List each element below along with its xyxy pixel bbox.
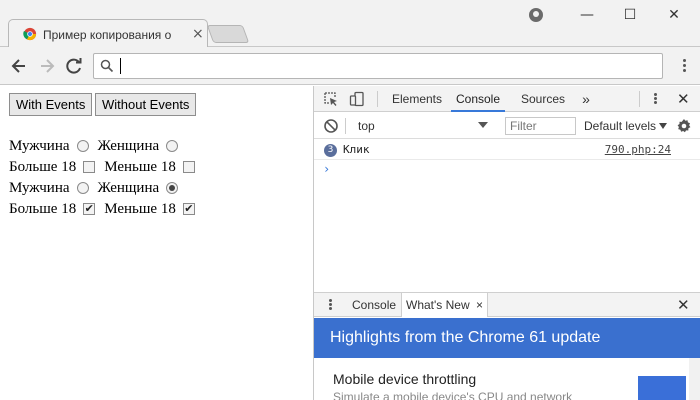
devtools-tabbar: Elements Console Sources » ✕	[314, 86, 700, 112]
console-message: 3 Клик 790.php:24	[314, 140, 700, 160]
search-icon	[100, 59, 114, 73]
console-settings-gear-icon[interactable]	[676, 118, 692, 134]
browser-menu-icon[interactable]	[676, 57, 692, 75]
forward-arrow-icon[interactable]	[36, 55, 58, 77]
under-18-label: Меньше 18	[104, 158, 176, 175]
tab-close-button[interactable]: ×	[192, 25, 204, 43]
whats-new-thumbnail	[638, 376, 686, 400]
devtools-panel: Elements Console Sources » ✕ top Default…	[313, 86, 700, 400]
browser-tab[interactable]: Пример копирования о ×	[8, 19, 208, 48]
gender-row: Мужчина Женщина	[9, 135, 187, 155]
drawer-tabbar: Console What's New × ✕	[314, 293, 700, 317]
separator	[345, 118, 346, 134]
whats-new-item-description: Simulate a mobile device's CPU and netwo…	[333, 390, 573, 400]
chevron-down-icon	[659, 123, 667, 129]
separator	[639, 91, 640, 107]
chrome-favicon-icon	[23, 27, 37, 41]
age-row-copy: Больше 18 ✔ Меньше 18 ✔	[9, 198, 204, 218]
tab-sources[interactable]: Sources	[516, 86, 570, 112]
drawer-scrollbar[interactable]	[689, 358, 700, 400]
browser-toolbar	[0, 47, 700, 85]
devtools-menu-icon[interactable]	[654, 92, 658, 106]
without-events-button[interactable]: Without Events	[95, 93, 197, 116]
devtools-drawer: Console What's New × ✕ Highlights from t…	[314, 292, 700, 400]
context-selector[interactable]: top	[352, 116, 492, 136]
minimize-button[interactable]: —	[575, 5, 599, 25]
page-content: With Events Without Events Мужчина Женщин…	[0, 86, 313, 400]
whats-new-item-title[interactable]: Mobile device throttling	[333, 371, 476, 387]
address-input[interactable]	[118, 57, 648, 75]
maximize-button[interactable]: ☐	[618, 5, 642, 25]
drawer-menu-icon[interactable]	[329, 298, 333, 312]
console-prompt[interactable]: ›	[323, 162, 330, 176]
male-label: Мужчина	[9, 137, 70, 154]
close-window-button[interactable]: ✕	[662, 5, 686, 25]
more-tabs-button[interactable]: »	[578, 86, 594, 112]
back-arrow-icon[interactable]	[8, 55, 30, 77]
reload-icon[interactable]	[63, 55, 85, 77]
female-radio[interactable]	[166, 181, 179, 194]
drawer-tab-whats-new[interactable]: What's New ×	[401, 293, 488, 317]
male-label: Мужчина	[9, 179, 70, 196]
female-radio[interactable]	[166, 139, 179, 152]
female-label: Женщина	[97, 137, 160, 154]
browser-titlebar: Пример копирования о × — ☐ ✕	[0, 0, 700, 48]
male-radio[interactable]	[76, 181, 89, 194]
with-events-button[interactable]: With Events	[9, 93, 93, 116]
console-filter-input[interactable]	[505, 117, 576, 135]
profile-avatar-icon[interactable]	[529, 8, 543, 22]
under-18-label: Меньше 18	[104, 200, 176, 217]
separator	[377, 91, 378, 107]
console-message-text: Клик	[343, 143, 370, 156]
over-18-checkbox[interactable]	[83, 160, 96, 173]
drawer-tab-whats-new-label: What's New	[406, 298, 470, 312]
age-row: Больше 18 Меньше 18	[9, 156, 204, 176]
console-filterbar: top Default levels	[314, 113, 700, 139]
over-18-checkbox[interactable]: ✔	[83, 202, 96, 215]
inspect-element-icon[interactable]	[323, 91, 339, 107]
clear-console-icon[interactable]	[323, 118, 339, 134]
over-18-label: Больше 18	[9, 158, 77, 175]
female-label: Женщина	[97, 179, 160, 196]
repeat-count-badge: 3	[324, 144, 337, 157]
tab-title: Пример копирования о	[43, 28, 172, 42]
chevron-down-icon	[478, 122, 488, 128]
address-bar[interactable]	[93, 53, 663, 79]
drawer-tab-console[interactable]: Console	[352, 293, 396, 317]
male-radio[interactable]	[76, 139, 89, 152]
tab-console[interactable]: Console	[451, 86, 505, 112]
new-tab-button[interactable]	[206, 25, 250, 43]
whats-new-banner: Highlights from the Chrome 61 update	[314, 318, 700, 358]
drawer-close-icon[interactable]: ✕	[677, 297, 690, 313]
under-18-checkbox[interactable]	[182, 160, 195, 173]
source-link[interactable]: 790.php:24	[605, 143, 671, 156]
tab-elements[interactable]: Elements	[390, 86, 444, 112]
over-18-label: Больше 18	[9, 200, 77, 217]
log-levels-dropdown[interactable]: Default levels	[584, 117, 656, 135]
text-caret	[120, 58, 121, 74]
close-icon[interactable]: ×	[476, 298, 483, 312]
device-toolbar-icon[interactable]	[349, 91, 365, 107]
under-18-checkbox[interactable]: ✔	[182, 202, 195, 215]
devtools-close-icon[interactable]: ✕	[677, 91, 690, 107]
gender-row-copy: Мужчина Женщина	[9, 177, 187, 197]
